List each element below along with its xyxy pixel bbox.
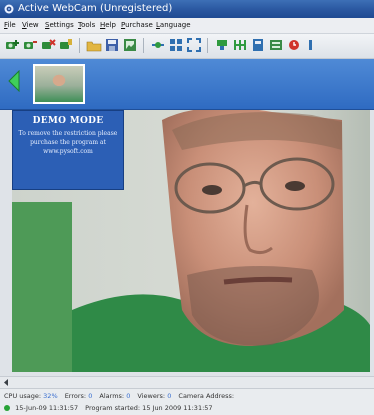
broadcast-icon[interactable] — [214, 37, 230, 53]
program-started-text: Program started: 15 Jun 2009 11:31:57 — [85, 404, 213, 412]
camera-thumbnail-strip — [0, 59, 374, 110]
connect-icon[interactable] — [150, 37, 166, 53]
scroll-left-icon[interactable] — [2, 378, 11, 387]
camera-list-icon[interactable] — [22, 37, 38, 53]
menu-settings[interactable]: Settings — [45, 18, 74, 33]
motion-detect-icon[interactable] — [232, 37, 248, 53]
camera-thumbnail[interactable] — [33, 64, 85, 104]
delete-camera-icon[interactable] — [40, 37, 56, 53]
title-bar[interactable]: Active WebCam (Unregistered) — [0, 0, 374, 18]
cpu-usage-label: CPU usage: — [4, 392, 42, 400]
camera-video-view[interactable]: DEMO MODE To remove the restriction plea… — [12, 110, 370, 372]
more-icon[interactable] — [303, 37, 319, 53]
menu-bar: File View Settings Tools Help Purchase L… — [0, 18, 374, 34]
camera-address-label: Camera Address: — [178, 392, 235, 400]
add-camera-icon[interactable] — [4, 37, 20, 53]
log-timestamp: 15-Jun-09 11:31:57 — [15, 404, 79, 412]
alarms-value: 0 — [126, 392, 131, 400]
fullscreen-icon[interactable] — [186, 37, 202, 53]
grid-view-icon[interactable] — [168, 37, 184, 53]
archive-icon[interactable] — [268, 37, 284, 53]
save-icon[interactable] — [104, 37, 120, 53]
app-window: Active WebCam (Unregistered) File View S… — [0, 0, 374, 415]
schedule-icon[interactable] — [250, 37, 266, 53]
demo-mode-notice: DEMO MODE To remove the restriction plea… — [12, 110, 124, 190]
toolbar — [0, 34, 374, 59]
menu-view[interactable]: View — [22, 18, 39, 33]
status-ok-icon — [4, 405, 10, 411]
camera-properties-icon[interactable] — [58, 37, 74, 53]
menu-file[interactable]: File — [4, 18, 16, 33]
menu-language[interactable]: Language — [156, 18, 191, 33]
demo-mode-text: To remove the restriction please purchas… — [18, 130, 118, 155]
snapshot-icon[interactable] — [122, 37, 138, 53]
status-bar: CPU usage: 32% Errors: 0 Alarms: 0 Viewe… — [0, 388, 374, 415]
errors-label: Errors: — [64, 392, 87, 400]
status-row-log: 15-Jun-09 11:31:57 Program started: 15 J… — [4, 404, 213, 412]
scroll-left-arrow-icon[interactable] — [8, 70, 20, 92]
menu-tools[interactable]: Tools — [78, 18, 95, 33]
open-folder-icon[interactable] — [86, 37, 102, 53]
viewers-label: Viewers: — [137, 392, 166, 400]
horizontal-scrollbar[interactable] — [0, 376, 374, 388]
status-row-metrics: CPU usage: 32% Errors: 0 Alarms: 0 Viewe… — [4, 392, 234, 400]
cpu-usage-value: 32% — [43, 392, 58, 400]
toolbar-separator — [79, 38, 80, 53]
webcam-app-icon — [4, 4, 14, 14]
alarm-icon[interactable] — [286, 37, 302, 53]
menu-purchase[interactable]: Purchase — [121, 18, 153, 33]
viewers-value: 0 — [167, 392, 172, 400]
toolbar-separator — [143, 38, 144, 53]
toolbar-separator — [207, 38, 208, 53]
menu-help[interactable]: Help — [100, 18, 116, 33]
demo-mode-title: DEMO MODE — [32, 116, 104, 126]
errors-value: 0 — [88, 392, 93, 400]
alarms-label: Alarms: — [99, 392, 125, 400]
window-title: Active WebCam (Unregistered) — [18, 3, 173, 14]
